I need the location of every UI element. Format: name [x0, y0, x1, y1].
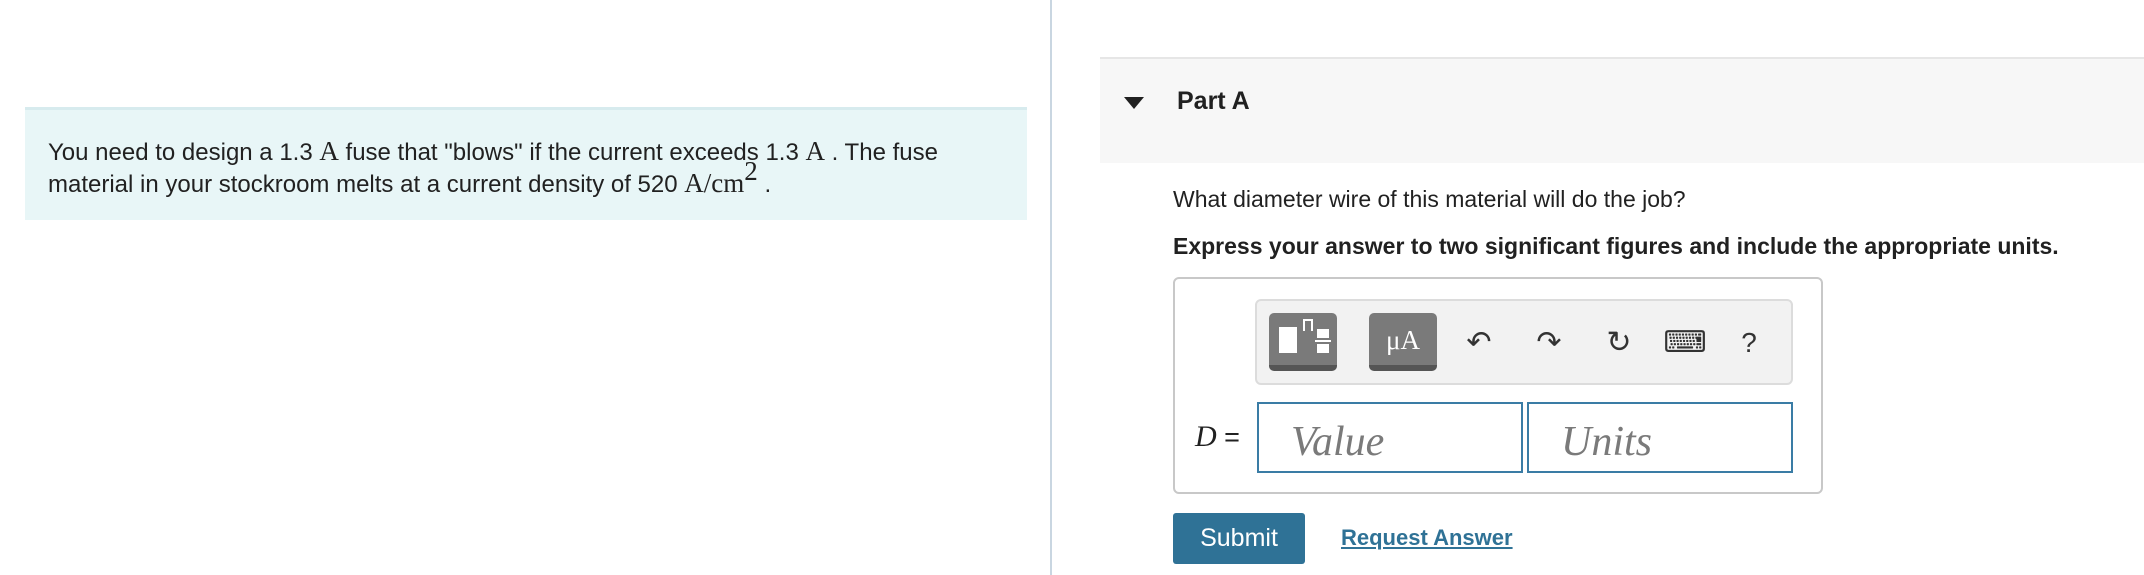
current-density-unit: A/cm	[684, 168, 745, 198]
pane-divider[interactable]	[1050, 0, 1052, 575]
template-box-icon	[1279, 327, 1297, 353]
template-fraction-bottom-icon	[1317, 344, 1329, 353]
variable-symbol: D	[1195, 420, 1217, 453]
part-a-header[interactable]: Part A	[1100, 57, 2144, 163]
problem-text-4: .	[757, 171, 772, 198]
question-text: What diameter wire of this material will…	[1173, 186, 1686, 212]
units-label: μA	[1386, 325, 1420, 355]
undo-icon[interactable]: ↶	[1459, 323, 1499, 363]
instruction-text: Express your answer to two significant f…	[1173, 233, 2059, 259]
math-toolbar: μA ↶ ↷ ↻ ⌨ ?	[1255, 299, 1793, 385]
value-input[interactable]	[1257, 402, 1523, 473]
templates-button[interactable]	[1269, 313, 1337, 371]
reset-icon[interactable]: ↻	[1599, 323, 1639, 363]
problem-statement: You need to design a 1.3 A fuse that "bl…	[25, 107, 1027, 220]
submit-button[interactable]: Submit	[1173, 513, 1305, 564]
template-fraction-line-icon	[1315, 340, 1331, 342]
answer-variable-label: D =	[1195, 420, 1240, 454]
problem-text-1: You need to design a 1.3	[48, 139, 320, 166]
unit-ampere-1: A	[319, 136, 339, 166]
unit-ampere-2: A	[805, 136, 825, 166]
problem-pane: You need to design a 1.3 A fuse that "bl…	[0, 0, 1050, 575]
keyboard-icon[interactable]: ⌨	[1659, 323, 1711, 363]
answer-box: μA ↶ ↷ ↻ ⌨ ? D =	[1173, 277, 1823, 494]
units-button[interactable]: μA	[1369, 313, 1437, 371]
template-fraction-top-icon	[1317, 329, 1329, 338]
help-icon[interactable]: ?	[1729, 323, 1769, 363]
request-answer-link[interactable]: Request Answer	[1341, 525, 1513, 551]
redo-icon[interactable]: ↷	[1529, 323, 1569, 363]
problem-text-2: fuse that "blows" if the current exceeds…	[338, 139, 806, 166]
part-title: Part A	[1177, 87, 1250, 115]
template-superscript-icon	[1303, 319, 1313, 331]
units-input[interactable]	[1527, 402, 1793, 473]
collapse-caret-icon[interactable]	[1124, 97, 1144, 109]
equals-sign: =	[1216, 422, 1240, 452]
unit-exponent: 2	[744, 156, 758, 186]
